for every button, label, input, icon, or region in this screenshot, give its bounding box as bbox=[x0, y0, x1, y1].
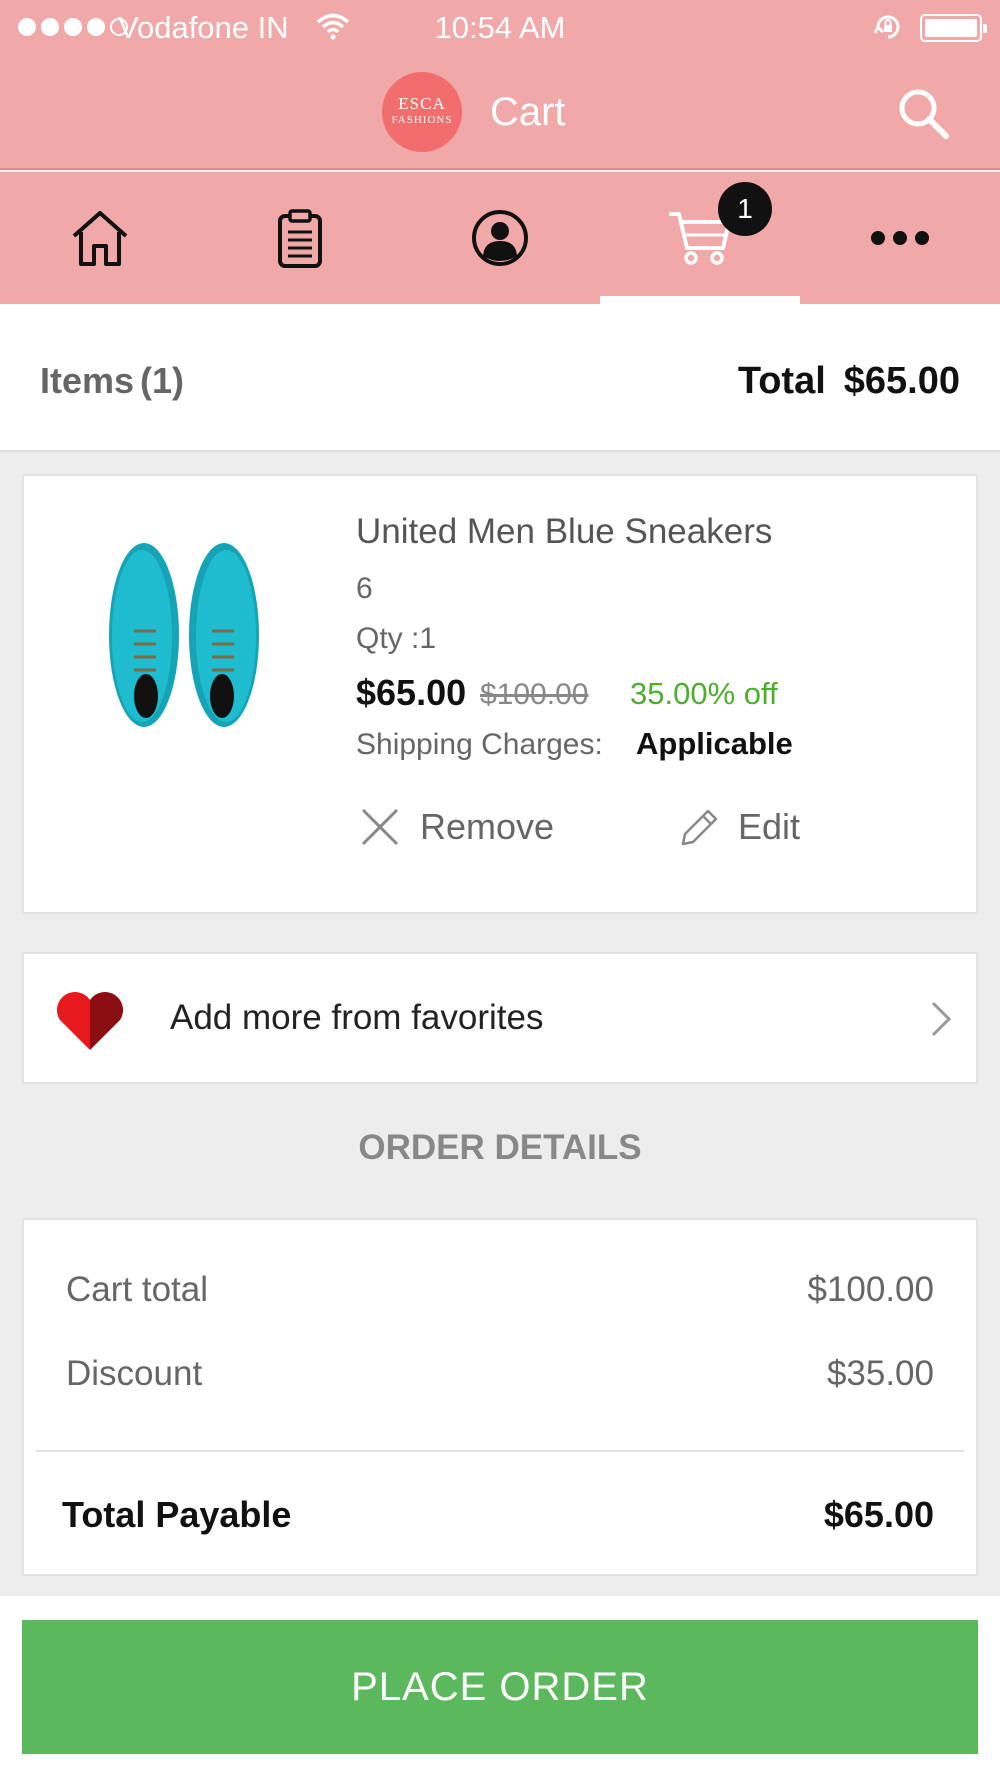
cart-total-label: Cart total bbox=[66, 1270, 208, 1309]
home-icon bbox=[72, 211, 128, 266]
total-payable-value: $65.00 bbox=[823, 1494, 934, 1535]
edit-button[interactable]: Edit bbox=[680, 806, 800, 848]
page-title: Cart bbox=[490, 90, 566, 134]
cart-total-value: $100.00 bbox=[807, 1270, 934, 1309]
discount-row: Discount $35.00 bbox=[66, 1354, 934, 1394]
remove-button[interactable]: Remove bbox=[360, 806, 554, 848]
status-bar: Vodafone IN 10:54 AM bbox=[0, 0, 1000, 56]
cart-total-row: Cart total $100.00 bbox=[66, 1270, 934, 1310]
tab-cart[interactable] bbox=[600, 172, 800, 304]
items-count-label: Items (1) bbox=[40, 360, 185, 401]
search-button[interactable] bbox=[894, 84, 954, 144]
tab-more[interactable] bbox=[800, 172, 1000, 304]
divider bbox=[36, 1450, 964, 1452]
status-time: 10:54 AM bbox=[434, 10, 566, 45]
rotation-lock-icon bbox=[872, 11, 904, 48]
more-icon bbox=[871, 231, 929, 245]
nav-bar: ESCA FASHIONS Cart bbox=[0, 56, 1000, 170]
heart-icon bbox=[54, 990, 126, 1057]
product-size: 6 bbox=[356, 572, 373, 605]
discount-value: $35.00 bbox=[826, 1354, 934, 1393]
favorites-label: Add more from favorites bbox=[170, 998, 544, 1037]
product-image[interactable] bbox=[94, 536, 274, 751]
product-original-price: $100.00 bbox=[480, 678, 589, 711]
discount-label: Discount bbox=[66, 1354, 203, 1393]
product-discount: 35.00% off bbox=[630, 676, 778, 711]
bottom-bar: PLACE ORDER bbox=[0, 1596, 1000, 1778]
brand-logo: ESCA FASHIONS bbox=[382, 72, 462, 152]
user-icon bbox=[472, 210, 528, 266]
product-quantity: Qty :1 bbox=[356, 622, 437, 655]
shipping-label: Shipping Charges: bbox=[356, 728, 603, 761]
total-payable-label: Total Payable bbox=[62, 1494, 292, 1535]
total-payable-row: Total Payable $65.00 bbox=[62, 1494, 934, 1536]
battery-icon bbox=[920, 14, 987, 42]
cart-total-summary: Total $65.00 bbox=[737, 360, 960, 402]
place-order-button[interactable]: PLACE ORDER bbox=[22, 1620, 978, 1754]
pencil-icon bbox=[681, 809, 718, 846]
order-details-card: Cart total $100.00 Discount $35.00 Total… bbox=[22, 1218, 978, 1576]
tab-bar: 1 bbox=[0, 172, 1000, 304]
cart-item-card: United Men Blue Sneakers 6 Qty :1 $65.00… bbox=[22, 474, 978, 914]
tab-account[interactable] bbox=[400, 172, 600, 304]
order-details-heading: ORDER DETAILS bbox=[358, 1128, 642, 1167]
cart-count-badge: 1 bbox=[718, 182, 772, 236]
product-price: $65.00 bbox=[356, 672, 467, 713]
product-name[interactable]: United Men Blue Sneakers bbox=[356, 512, 772, 552]
add-from-favorites-row[interactable]: Add more from favorites bbox=[22, 952, 978, 1084]
shipping-value: Applicable bbox=[636, 726, 793, 761]
tab-orders[interactable] bbox=[200, 172, 400, 304]
cart-summary: Items (1) Total $65.00 bbox=[0, 304, 1000, 452]
search-icon bbox=[899, 89, 949, 139]
tab-home[interactable] bbox=[0, 172, 200, 304]
clipboard-icon bbox=[278, 209, 322, 268]
chevron-right-icon bbox=[930, 1000, 952, 1043]
close-icon bbox=[361, 808, 399, 846]
